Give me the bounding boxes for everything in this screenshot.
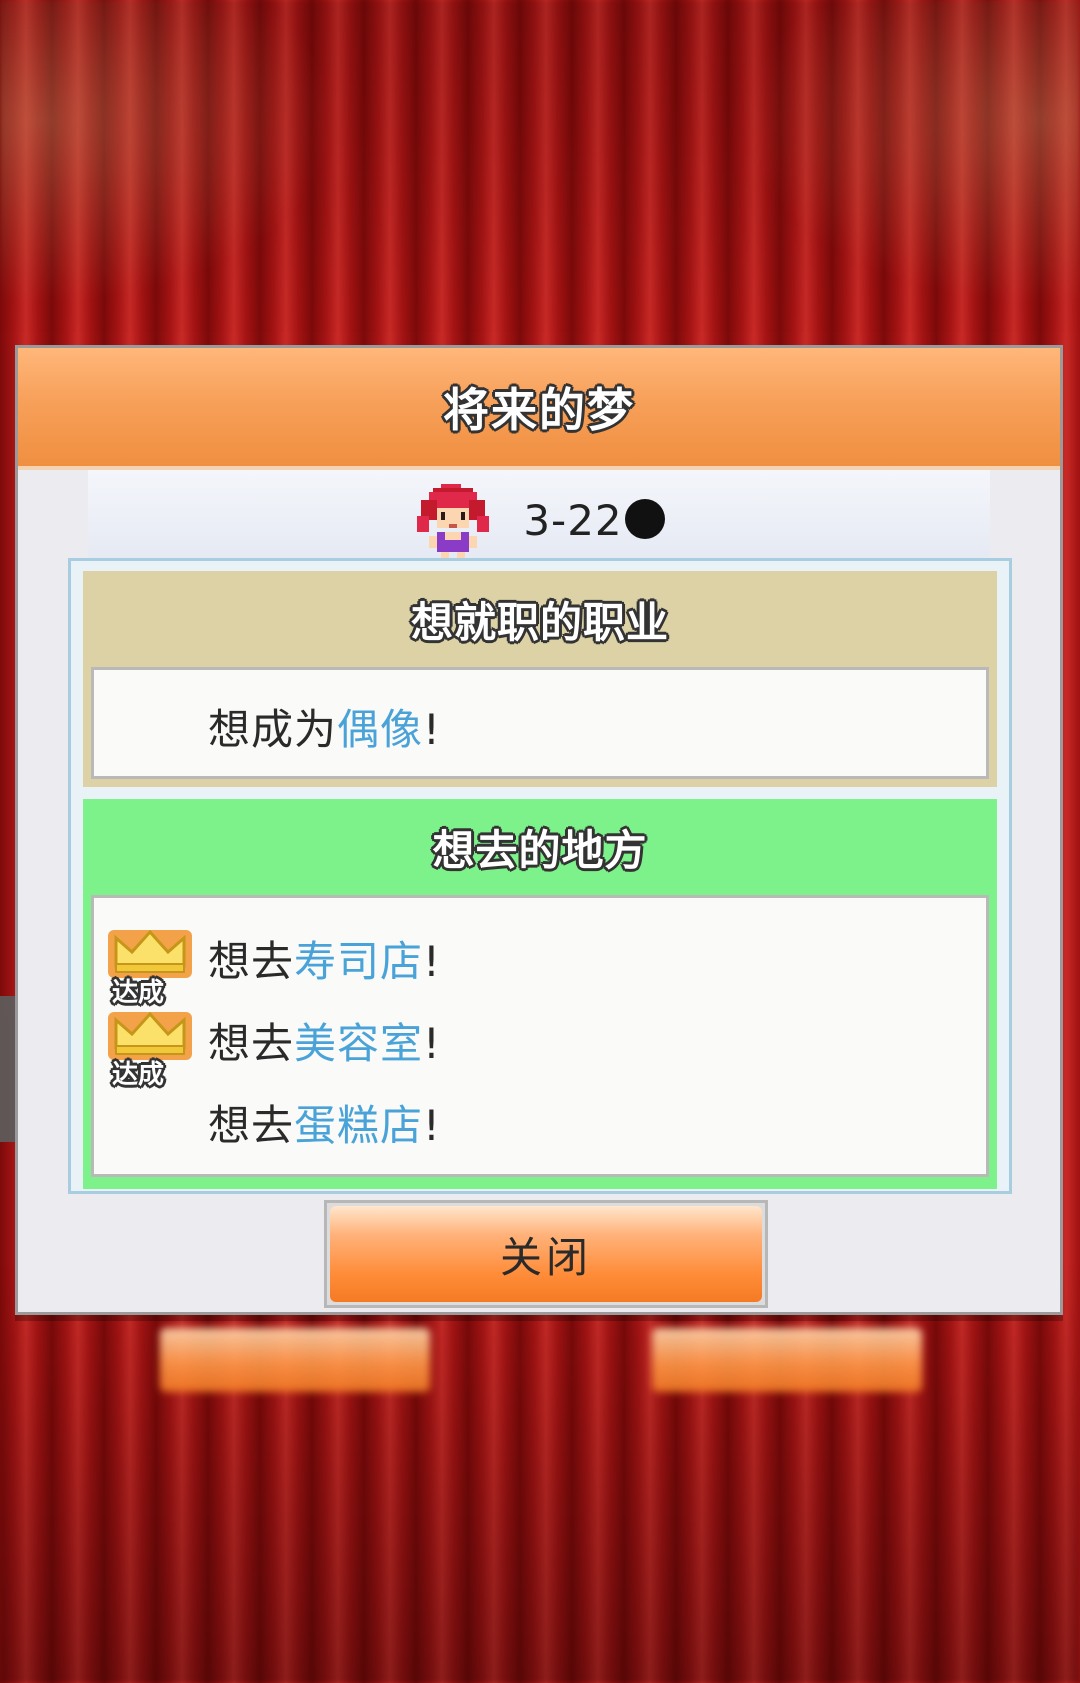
dialog-header: 将来的梦 <box>18 348 1060 470</box>
job-section-heading: 想就职的职业 <box>410 597 669 647</box>
character-name: 3-22 <box>523 496 665 545</box>
place-item: 想去寿司店! <box>208 937 441 986</box>
background-button-right <box>652 1328 922 1392</box>
name-dot-icon <box>624 498 665 539</box>
job-wish-highlight: 偶像 <box>337 705 424 754</box>
place-section-heading: 想去的地方 <box>432 825 648 875</box>
background-button-left <box>160 1328 430 1392</box>
place-item: 想去蛋糕店! <box>208 1101 441 1150</box>
place-item: 想去美容室! <box>208 1019 441 1068</box>
character-row: 3-22 <box>18 470 1060 570</box>
job-section: 想就职的职业 想成为偶像! <box>83 571 997 787</box>
job-wish-text: 想成为偶像! <box>208 705 441 754</box>
dream-dialog: 将来的梦 3-22 想就职的职业 想成为偶像! 想去的地方 达成 想去寿司店! … <box>15 345 1063 1315</box>
job-card: 想成为偶像! <box>91 667 989 779</box>
achieved-badge: 达成 <box>106 1004 194 1090</box>
close-button[interactable]: 关闭 <box>324 1200 768 1308</box>
dialog-title: 将来的梦 <box>443 383 635 437</box>
character-sprite-icon <box>417 484 490 564</box>
place-card: 达成 想去寿司店! 达成 想去美容室! 想去蛋糕店! <box>91 895 989 1177</box>
dream-content-frame: 想就职的职业 想成为偶像! 想去的地方 达成 想去寿司店! 达成 想去美容室! … <box>68 558 1012 1194</box>
achieved-badge: 达成 <box>106 922 194 1008</box>
place-section: 想去的地方 达成 想去寿司店! 达成 想去美容室! 想去蛋糕店! <box>83 799 997 1189</box>
close-button-label: 关闭 <box>499 1232 592 1282</box>
